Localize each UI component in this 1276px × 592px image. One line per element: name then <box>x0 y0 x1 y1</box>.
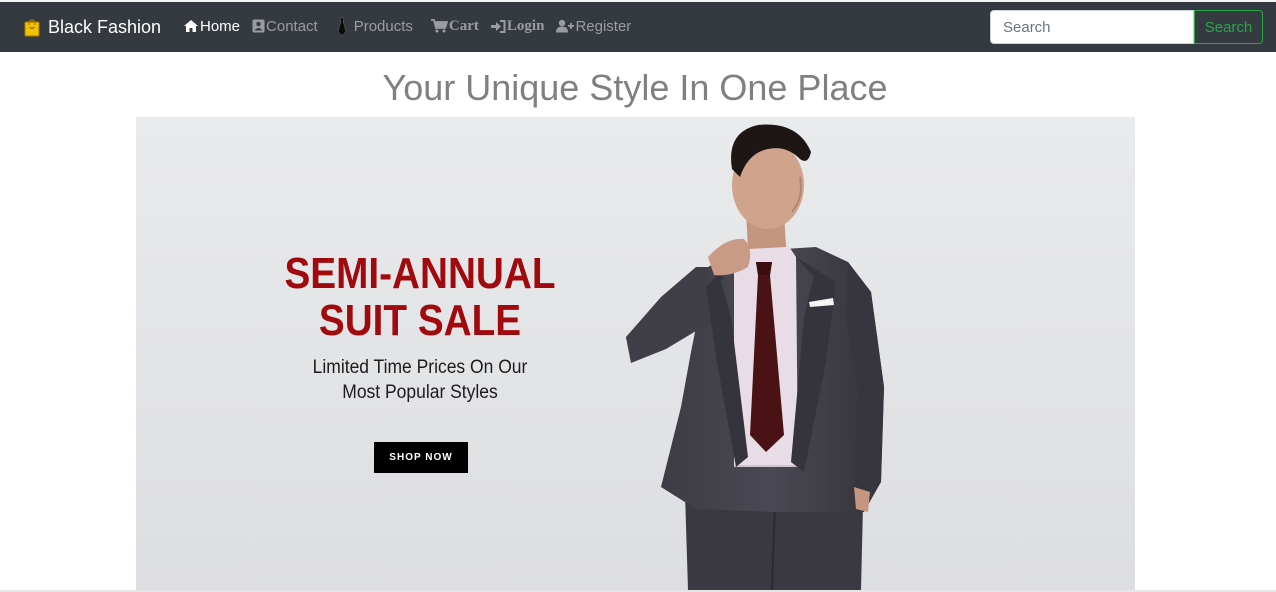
nav-products[interactable]: Products <box>336 17 413 36</box>
sale-headline: SEMI-ANNUAL SUIT SALE <box>276 250 565 344</box>
nav-cart[interactable]: Cart <box>430 17 479 35</box>
shopping-bag-icon <box>24 19 40 37</box>
tie-icon <box>337 17 347 36</box>
nav-login-label: Login <box>506 17 545 34</box>
nav-links: Home Contact Products Cart Login Registe… <box>183 16 643 36</box>
page-title: Your Unique Style In One Place <box>382 67 888 108</box>
shop-now-button[interactable]: SHOP NOW <box>374 442 468 473</box>
man-in-suit-photo <box>136 117 1135 590</box>
nav-register[interactable]: Register <box>556 18 631 35</box>
nav-contact-label: Contact <box>266 17 318 35</box>
sign-in-icon <box>490 19 506 33</box>
sale-headline-line2: SUIT SALE <box>318 296 522 345</box>
brand-link[interactable]: Black Fashion <box>24 15 161 39</box>
nav-register-label: Register <box>575 17 632 35</box>
search-button[interactable]: Search <box>1194 10 1263 44</box>
nav-cart-label: Cart <box>448 17 479 34</box>
home-icon <box>184 20 198 32</box>
nav-home-label: Home <box>200 17 241 35</box>
user-plus-icon <box>556 19 575 33</box>
sale-subtext: Limited Time Prices On Our Most Popular … <box>273 355 567 405</box>
nav-products-label: Products <box>353 17 413 35</box>
sale-headline-line1: SEMI-ANNUAL <box>284 249 556 298</box>
cart-icon <box>430 19 448 33</box>
contact-card-icon <box>252 19 265 33</box>
sale-subtext-line2: Most Popular Styles <box>342 382 498 403</box>
sale-banner[interactable]: SEMI-ANNUAL SUIT SALE Limited Time Price… <box>136 117 1135 590</box>
search-form: Search <box>990 10 1263 44</box>
sale-subtext-line1: Limited Time Prices On Our <box>312 357 528 378</box>
top-navbar: Black Fashion Home Contact Products Cart… <box>0 0 1276 52</box>
nav-home[interactable]: Home <box>183 18 240 35</box>
nav-login[interactable]: Login <box>490 17 545 35</box>
brand-name: Black Fashion <box>48 16 162 37</box>
nav-contact[interactable]: Contact <box>252 18 318 35</box>
search-input[interactable] <box>990 10 1194 44</box>
